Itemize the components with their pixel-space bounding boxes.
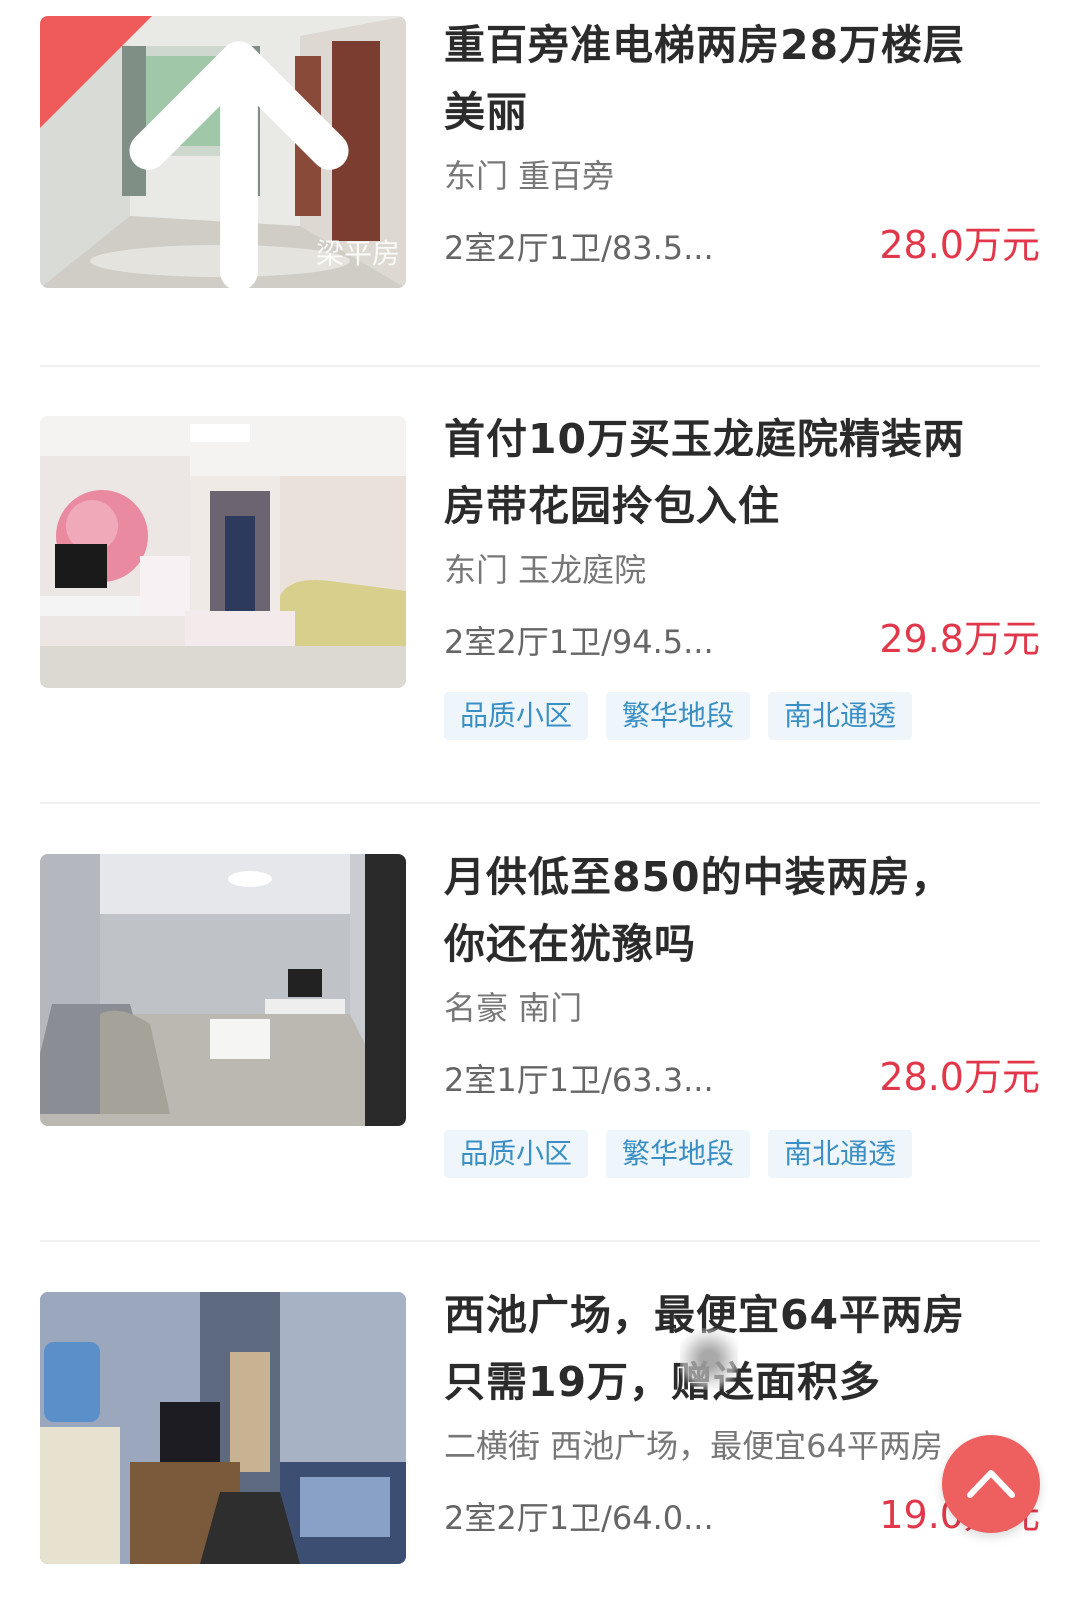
scroll-to-top-button[interactable]	[942, 1435, 1040, 1533]
listing-title[interactable]: 西池广场，最便宜64平两房 只需19万，赠送面积多	[444, 1282, 1040, 1416]
tag-prime-location: 繁华地段	[606, 1130, 751, 1178]
listing-specs: 2室2厅1卫/83.5...	[444, 229, 714, 267]
listing-location: 东门 重百旁	[444, 157, 615, 195]
listing-tags: 品质小区 繁华地段 南北通透	[444, 692, 1040, 742]
tag-quality-community: 品质小区	[444, 692, 589, 740]
listing-title[interactable]: 月供低至850的中装两房， 你还在犹豫吗	[444, 844, 1040, 978]
tag-prime-location: 繁华地段	[606, 692, 751, 740]
listing-title[interactable]: 重百旁准电梯两房28万楼层 美丽	[444, 12, 1040, 146]
listing-info: 首付10万买玉龙庭院精装两 房带花园拎包入住 东门 玉龙庭院 2室2厅1卫/94…	[444, 406, 1040, 742]
listing-photo[interactable]	[40, 854, 406, 1126]
chevron-up-icon	[967, 1470, 1015, 1498]
tag-north-south-ventilation: 南北通透	[768, 1130, 913, 1178]
listing-meta: 2室2厅1卫/83.5... 28.0万元	[444, 222, 1040, 272]
listing-title[interactable]: 首付10万买玉龙庭院精装两 房带花园拎包入住	[444, 406, 1040, 540]
listing-title-line1: 首付10万买玉龙庭院精装两	[444, 415, 966, 463]
listing-title-line2: 你还在犹豫吗	[444, 920, 696, 968]
listing-info: 月供低至850的中装两房， 你还在犹豫吗 名豪 南门 2室1厅1卫/63.3..…	[444, 844, 1040, 1180]
living-room-photo	[40, 416, 406, 688]
listing-price: 28.0万元	[879, 223, 1040, 267]
listing-location: 名豪 南门	[444, 989, 583, 1027]
living-room-photo	[40, 854, 406, 1126]
listing-tags: 品质小区 繁华地段 南北通透	[444, 1130, 1040, 1180]
listing-photo[interactable]	[40, 1292, 406, 1564]
listing-title-line1: 西池广场，最便宜64平两房	[444, 1291, 966, 1339]
listing-title-line2: 只需19万，赠送面积多	[444, 1358, 882, 1406]
listing-title-line1: 重百旁准电梯两房28万楼层	[444, 21, 966, 69]
listing-title-line2: 美丽	[444, 88, 528, 136]
listing-specs: 2室2厅1卫/64.0...	[444, 1499, 714, 1537]
listing-photo[interactable]: 梁平房	[40, 16, 406, 288]
photo-watermark: 梁平房	[315, 237, 400, 270]
living-room-photo	[40, 1292, 406, 1564]
tag-north-south-ventilation: 南北通透	[768, 692, 913, 740]
listing-card-2[interactable]: 首付10万买玉龙庭院精装两 房带花园拎包入住 东门 玉龙庭院 2室2厅1卫/94…	[40, 366, 1040, 802]
listing-card-3[interactable]: 月供低至850的中装两房， 你还在犹豫吗 名豪 南门 2室1厅1卫/63.3..…	[40, 804, 1040, 1240]
listing-meta: 2室2厅1卫/94.5... 29.8万元	[444, 616, 1040, 666]
listing-specs: 2室1厅1卫/63.3...	[444, 1061, 714, 1099]
listing-price: 29.8万元	[879, 617, 1040, 661]
listing-card-4[interactable]: 西池广场，最便宜64平两房 只需19万，赠送面积多 二横街 西池广场，最便宜64…	[40, 1242, 1040, 1618]
touch-blur-artifact	[680, 1328, 738, 1390]
listing-title-line1: 月供低至850的中装两房，	[444, 853, 953, 901]
listing-title-line2: 房带花园拎包入住	[444, 482, 780, 530]
listing-specs: 2室2厅1卫/94.5...	[444, 623, 714, 661]
listing-meta: 2室1厅1卫/63.3... 28.0万元	[444, 1054, 1040, 1104]
listing-price: 28.0万元	[879, 1055, 1040, 1099]
tag-quality-community: 品质小区	[444, 1130, 589, 1178]
listing-card-1[interactable]: 梁平房 重百旁准电梯两房28万楼层 美丽 东门 重百旁 2室2厅1卫/83.5.…	[40, 0, 1040, 340]
listing-info: 重百旁准电梯两房28万楼层 美丽 东门 重百旁 2室2厅1卫/83.5... 2…	[444, 12, 1040, 272]
listing-location: 东门 玉龙庭院	[444, 551, 647, 589]
listing-photo[interactable]	[40, 416, 406, 688]
